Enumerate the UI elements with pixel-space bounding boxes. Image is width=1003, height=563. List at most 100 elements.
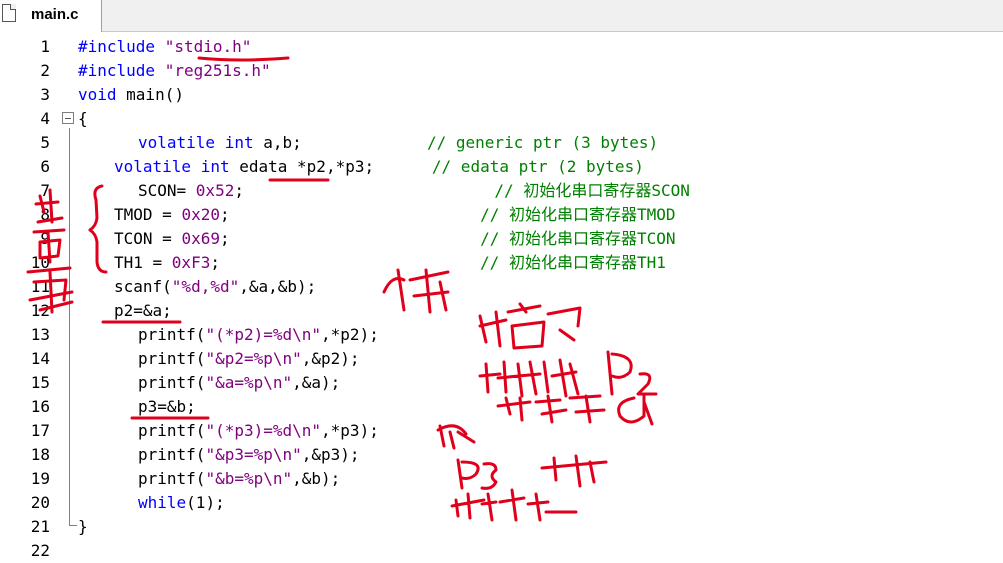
code-line[interactable]: 1 #include "stdio.h" <box>0 35 1003 59</box>
code-token: main() <box>116 85 184 104</box>
code-text: { <box>78 107 88 131</box>
code-token: ,*p3); <box>321 421 379 440</box>
code-text: TH1 = 0xF3; // 初始化串口寄存器TH1 <box>114 251 666 275</box>
code-token: ; <box>210 253 481 272</box>
code-token: scanf( <box>114 277 172 296</box>
keyword-token: int <box>200 157 230 176</box>
keyword-token: #include <box>78 61 156 80</box>
code-line[interactable]: 4{ <box>0 107 1003 131</box>
code-text: scanf("%d,%d",&a,&b); <box>114 275 316 299</box>
code-line[interactable]: 6 volatile int edata *p2,*p3; // edata pt… <box>0 155 1003 179</box>
line-number: 4 <box>40 109 50 128</box>
code-line[interactable]: 21} <box>0 515 1003 539</box>
code-text: while(1); <box>138 491 225 515</box>
code-line[interactable]: 5 volatile int a,b; // generic ptr (3 byt… <box>0 131 1003 155</box>
number-token: 0x52 <box>195 181 235 200</box>
code-line[interactable]: 10 TH1 = 0xF3; // 初始化串口寄存器TH1 <box>0 251 1003 275</box>
code-token: p3=&b; <box>138 397 196 416</box>
code-token: a,b; <box>253 133 427 152</box>
code-line[interactable]: 11 scanf("%d,%d",&a,&b); <box>0 275 1003 299</box>
line-number: 6 <box>40 157 50 176</box>
code-token: ,&a); <box>292 373 341 392</box>
code-text: volatile int a,b; // generic ptr (3 byte… <box>138 131 658 155</box>
string-token: "&p2=%p\n" <box>205 349 302 368</box>
string-token: "%d,%d" <box>171 277 240 296</box>
code-token: SCON= <box>138 181 196 200</box>
string-token: "&p3=%p\n" <box>205 445 302 464</box>
code-token: p2=&a; <box>114 301 172 320</box>
comment-token: // 初始化串口寄存器TCON <box>480 229 676 248</box>
line-number: 3 <box>40 85 50 104</box>
code-token: TCON = <box>114 229 182 248</box>
code-line[interactable]: 2 #include "reg251s.h" <box>0 59 1003 83</box>
string-token: "stdio.h" <box>164 37 252 56</box>
comment-token: // 初始化串口寄存器TH1 <box>480 253 666 272</box>
code-token: TH1 = <box>114 253 172 272</box>
code-line[interactable]: 9 TCON = 0x69; // 初始化串口寄存器TCON <box>0 227 1003 251</box>
code-line[interactable]: 15 printf("&a=%p\n",&a); <box>0 371 1003 395</box>
line-number: 21 <box>30 517 50 536</box>
code-token: ; <box>219 205 481 224</box>
code-line[interactable]: 19 printf("&b=%p\n",&b); <box>0 467 1003 491</box>
comment-token: // 初始化串口寄存器TMOD <box>480 205 676 224</box>
string-token: "(*p3)=%d\n" <box>205 421 322 440</box>
code-text: TMOD = 0x20; // 初始化串口寄存器TMOD <box>114 203 676 227</box>
code-line[interactable]: 12 p2=&a; <box>0 299 1003 323</box>
code-text: p3=&b; <box>138 395 196 419</box>
line-number: 8 <box>40 205 50 224</box>
code-token: (1); <box>186 493 225 512</box>
file-icon <box>2 4 16 22</box>
comment-token: // generic ptr (3 bytes) <box>427 133 659 152</box>
number-token: 0x20 <box>181 205 220 224</box>
code-text: } <box>78 515 88 539</box>
number-token: 0xF3 <box>171 253 211 272</box>
line-number: 12 <box>30 301 50 320</box>
line-number: 17 <box>30 421 50 440</box>
code-line[interactable]: 13 printf("(*p2)=%d\n",*p2); <box>0 323 1003 347</box>
line-number: 9 <box>40 229 50 248</box>
code-token: } <box>78 517 88 536</box>
code-text: printf("(*p3)=%d\n",*p3); <box>138 419 379 443</box>
keyword-token: while <box>138 493 187 512</box>
code-text: #include "stdio.h" <box>78 35 251 59</box>
code-line[interactable]: 18 printf("&p3=%p\n",&p3); <box>0 443 1003 467</box>
code-text: TCON = 0x69; // 初始化串口寄存器TCON <box>114 227 676 251</box>
editor-tab-bar: main.c <box>0 0 1003 32</box>
code-token: edata *p2,*p3; <box>229 157 432 176</box>
code-token: { <box>78 109 88 128</box>
tab-main-c[interactable]: main.c <box>0 0 102 32</box>
number-token: 0x69 <box>181 229 220 248</box>
code-line[interactable]: 7 SCON= 0x52; // 初始化串口寄存器SCON <box>0 179 1003 203</box>
code-text: printf("(*p2)=%d\n",*p2); <box>138 323 379 347</box>
code-text: printf("&p2=%p\n",&p2); <box>138 347 360 371</box>
code-line[interactable]: 22 <box>0 539 1003 563</box>
code-line[interactable]: 8 TMOD = 0x20; // 初始化串口寄存器TMOD <box>0 203 1003 227</box>
code-token: printf( <box>138 349 206 368</box>
keyword-token: int <box>224 133 254 152</box>
code-token: ,&p2); <box>301 349 360 368</box>
keyword-token: void <box>78 85 117 104</box>
code-token: printf( <box>138 445 206 464</box>
code-line[interactable]: 17 printf("(*p3)=%d\n",*p3); <box>0 419 1003 443</box>
code-token: ,&b); <box>292 469 341 488</box>
code-token: ,*p2); <box>321 325 379 344</box>
code-token: printf( <box>138 421 206 440</box>
code-line[interactable]: 16 p3=&b; <box>0 395 1003 419</box>
code-text: void main() <box>78 83 184 107</box>
code-line[interactable]: 20 while(1); <box>0 491 1003 515</box>
code-line[interactable]: 3 void main() <box>0 83 1003 107</box>
keyword-token: volatile <box>138 133 216 152</box>
line-number: 13 <box>30 325 50 344</box>
line-number: 10 <box>30 253 50 272</box>
line-number: 19 <box>30 469 50 488</box>
line-number: 15 <box>30 373 50 392</box>
code-token: printf( <box>138 469 206 488</box>
line-number: 18 <box>30 445 50 464</box>
code-token: printf( <box>138 325 206 344</box>
code-text: printf("&b=%p\n",&b); <box>138 467 340 491</box>
tab-label: main.c <box>31 6 79 23</box>
code-line[interactable]: 14 printf("&p2=%p\n",&p2); <box>0 347 1003 371</box>
